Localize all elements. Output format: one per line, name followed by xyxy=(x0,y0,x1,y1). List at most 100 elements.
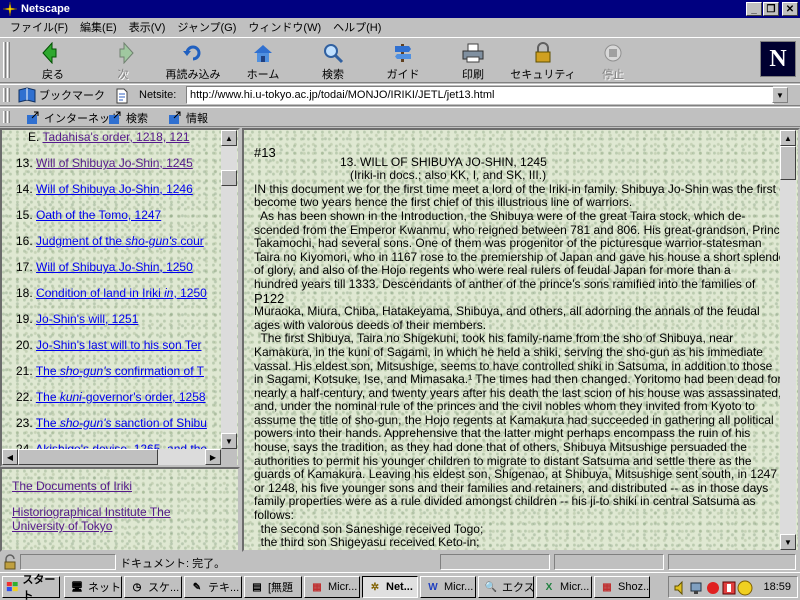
toolbar-grip[interactable] xyxy=(3,42,6,78)
list-item-link[interactable]: Condition of land in Iriki in, 1250 xyxy=(36,286,207,300)
scroll-thumb[interactable] xyxy=(780,146,796,180)
list-item-link[interactable]: Will of Shibuya Jo-Shin, 1245 xyxy=(36,156,193,170)
personal-internet-link[interactable]: インターネット xyxy=(26,110,121,126)
list-item-number: 22. xyxy=(16,390,33,404)
list-item-link[interactable]: The sho-gun's confirmation of T xyxy=(36,364,204,378)
taskbar-item-explorer[interactable]: 🔍 エクス... xyxy=(478,576,534,598)
list-item[interactable]: 19. Jo-Shin's will, 1251 xyxy=(16,312,138,326)
body-line: The first Shibuya, Taira no Shigekuni, t… xyxy=(254,331,734,346)
scroll-down-arrow[interactable]: ▼ xyxy=(221,433,237,449)
antivirus-icon[interactable] xyxy=(705,580,721,596)
netscape-logo[interactable]: N xyxy=(760,41,796,77)
taskbar-item-shoz[interactable]: ▦ Shoz... xyxy=(594,576,650,598)
taskbar-item-label: スケ... xyxy=(148,582,180,594)
taskbar-item-microsoft-word[interactable]: W Micr... xyxy=(420,576,476,598)
arrow-down-icon: ▼ xyxy=(225,436,233,446)
body-line: family properties were as a rule divided… xyxy=(254,494,756,509)
documents-of-iriki-link[interactable]: The Documents of Iriki xyxy=(12,479,212,493)
left-vertical-scrollbar[interactable]: ▲ ▼ xyxy=(221,130,237,449)
reload-button[interactable]: 再読み込み xyxy=(162,42,224,82)
start-button[interactable]: スタート xyxy=(2,574,60,600)
personal-grip[interactable] xyxy=(3,111,6,123)
list-item-link[interactable]: Jo-Shin's will, 1251 xyxy=(36,312,138,326)
word-icon: W xyxy=(428,581,438,593)
scroll-up-arrow[interactable]: ▲ xyxy=(221,130,237,146)
list-item[interactable]: 20. Jo-Shin's last will to his son Ter xyxy=(16,338,202,352)
taskbar-item-network[interactable]: 🖥 ネット... xyxy=(64,576,122,598)
guide-button[interactable]: ガイド xyxy=(372,42,434,82)
forward-button[interactable]: 次 xyxy=(92,42,154,82)
list-item[interactable]: E. Tadahisa's order, 1218, 121 xyxy=(28,130,190,144)
menu-view[interactable]: 表示(V) xyxy=(123,19,172,35)
list-item[interactable]: 22. The kuni-governor's order, 1258 xyxy=(16,390,206,404)
scroll-right-arrow[interactable]: ▶ xyxy=(205,449,221,465)
taskbar-item-untitled[interactable]: ▤ [無題 xyxy=(244,576,302,598)
list-item[interactable]: 18. Condition of land in Iriki in, 1250 xyxy=(16,286,207,300)
list-item-link[interactable]: Will of Shibuya Jo-Shin, 1246 xyxy=(36,182,193,196)
volume-icon[interactable] xyxy=(673,580,689,596)
bookmarks-button[interactable]: ブックマーク xyxy=(18,87,105,103)
list-item[interactable]: 15. Oath of the Tomo, 1247 xyxy=(16,208,161,222)
security-button[interactable]: セキュリティ xyxy=(510,42,576,82)
personal-search-link[interactable]: 検索 xyxy=(108,110,148,126)
taskbar-item-netscape[interactable]: ✲ Net... xyxy=(362,576,418,598)
location-grip[interactable] xyxy=(3,88,6,102)
scroll-down-arrow[interactable]: ▼ xyxy=(780,534,796,550)
menu-go[interactable]: ジャンプ(G) xyxy=(171,19,242,35)
ime-icon[interactable] xyxy=(737,580,753,596)
list-item[interactable]: 13. Will of Shibuya Jo-Shin, 1245 xyxy=(16,156,193,170)
list-item-link[interactable]: Jo-Shin's last will to his son Ter xyxy=(36,338,201,352)
main-vertical-scrollbar[interactable]: ▲ ▼ xyxy=(780,130,796,550)
search-button[interactable]: 検索 xyxy=(302,42,364,82)
personal-info-link[interactable]: 情報 xyxy=(168,110,208,126)
security-lock-icon[interactable] xyxy=(2,554,18,570)
taskbar-item-text[interactable]: ✎ テキ... xyxy=(184,576,242,598)
close-button[interactable]: ✕ xyxy=(782,2,798,16)
bookmarks-label: ブックマーク xyxy=(39,90,105,102)
menu-edit[interactable]: 編集(E) xyxy=(74,19,123,35)
link-text: , 1250 xyxy=(173,286,207,300)
list-item[interactable]: 17. Will of Shibuya Jo-Shin, 1250 xyxy=(16,260,193,274)
list-item[interactable]: 14. Will of Shibuya Jo-Shin, 1246 xyxy=(16,182,193,196)
back-label: 戻る xyxy=(42,69,64,81)
taskbar-item-schedule[interactable]: ◷ スケ... xyxy=(124,576,182,598)
scroll-thumb[interactable] xyxy=(221,170,237,186)
scroll-left-arrow[interactable]: ◀ xyxy=(2,449,18,465)
list-item-number: 20. xyxy=(16,338,33,352)
left-horizontal-scrollbar[interactable]: ◀ ▶ xyxy=(2,449,221,465)
power-icon[interactable] xyxy=(721,580,737,596)
link-text: The xyxy=(35,416,60,430)
list-item[interactable]: 16. Judgment of the sho-gun's cour xyxy=(16,234,204,248)
minimize-button[interactable]: _ xyxy=(746,2,762,16)
list-item-link[interactable]: The sho-gun's sanction of Shibu xyxy=(36,416,207,430)
menu-file[interactable]: ファイル(F) xyxy=(4,19,74,35)
page-proxy-icon[interactable] xyxy=(114,88,128,104)
restore-button[interactable]: ❐ xyxy=(763,2,779,16)
back-button[interactable]: 戻る xyxy=(22,42,84,82)
body-line: nearly a half-century, and twenty years … xyxy=(254,385,780,400)
list-item-number: 18. xyxy=(16,286,33,300)
list-item-link[interactable]: Oath of the Tomo, 1247 xyxy=(36,208,161,222)
netscape-icon: ✲ xyxy=(370,581,380,593)
url-dropdown-button[interactable]: ▼ xyxy=(772,87,788,103)
list-item-link[interactable]: The kuni-governor's order, 1258 xyxy=(36,390,206,404)
document-list: E. Tadahisa's order, 1218, 121 13. Will … xyxy=(2,130,221,465)
list-item-link[interactable]: Tadahisa's order, 1218, 121 xyxy=(42,130,189,144)
url-input[interactable]: http://www.hi.u-tokyo.ac.jp/todai/MONJO/… xyxy=(186,86,774,104)
menu-window[interactable]: ウィンドウ(W) xyxy=(242,19,327,35)
historiographical-institute-link[interactable]: Historiographical Institute The Universi… xyxy=(12,505,212,533)
network-icon[interactable] xyxy=(689,580,705,596)
list-item[interactable]: 21. The sho-gun's confirmation of T xyxy=(16,364,204,378)
taskbar-item-microsoft-1[interactable]: ▦ Micr... xyxy=(304,576,360,598)
list-item-link[interactable]: Judgment of the sho-gun's cour xyxy=(36,234,204,248)
stop-button[interactable]: 停止 xyxy=(582,42,644,82)
menu-help[interactable]: ヘルプ(H) xyxy=(327,19,387,35)
scroll-thumb[interactable] xyxy=(18,449,158,465)
list-item-link[interactable]: Will of Shibuya Jo-Shin, 1250 xyxy=(36,260,193,274)
document-icon: ▤ xyxy=(252,581,262,593)
taskbar-item-microsoft-excel[interactable]: X Micr... xyxy=(536,576,592,598)
scroll-up-arrow[interactable]: ▲ xyxy=(780,130,796,146)
print-button[interactable]: 印刷 xyxy=(442,42,504,82)
list-item[interactable]: 23. The sho-gun's sanction of Shibu xyxy=(16,416,207,430)
home-button[interactable]: ホーム xyxy=(232,42,294,82)
